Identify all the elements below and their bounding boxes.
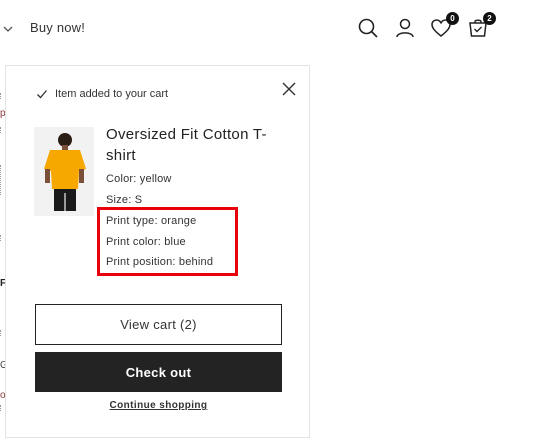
continue-shopping-link[interactable]: Continue shopping <box>6 400 311 411</box>
background-divider <box>0 330 4 336</box>
check-icon <box>37 90 47 99</box>
cart-button[interactable]: 2 <box>466 12 496 40</box>
checkout-button[interactable]: Check out <box>35 352 282 392</box>
account-icon[interactable] <box>393 16 417 40</box>
added-to-cart-message: Item added to your cart <box>36 88 168 100</box>
added-to-cart-text: Item added to your cart <box>55 88 169 100</box>
view-cart-button[interactable]: View cart (2) <box>35 304 282 345</box>
product-name: Oversized Fit Cotton T-shirt <box>106 126 267 164</box>
site-header: Buy now! 0 2 <box>0 0 535 60</box>
wishlist-button[interactable]: 0 <box>429 12 459 40</box>
close-popup-button[interactable] <box>281 81 297 97</box>
background-divider <box>0 165 4 195</box>
background-divider <box>0 235 4 241</box>
cart-notification-popup: Item added to your cart Oversized Fit Co… <box>5 65 310 438</box>
background-divider <box>0 93 4 99</box>
background-divider <box>0 405 4 411</box>
search-icon[interactable] <box>356 16 380 40</box>
product-image <box>34 127 94 216</box>
chevron-down-icon[interactable] <box>2 22 14 34</box>
product-option: Size: S <box>106 194 143 206</box>
cart-count-badge: 2 <box>483 12 496 25</box>
nav-link-buy-now[interactable]: Buy now! <box>30 20 85 35</box>
highlight-annotation-box <box>97 207 238 276</box>
wishlist-count-badge: 0 <box>446 12 459 25</box>
product-option: Color: yellow <box>106 173 172 185</box>
background-divider <box>0 127 4 133</box>
close-icon <box>282 82 296 96</box>
